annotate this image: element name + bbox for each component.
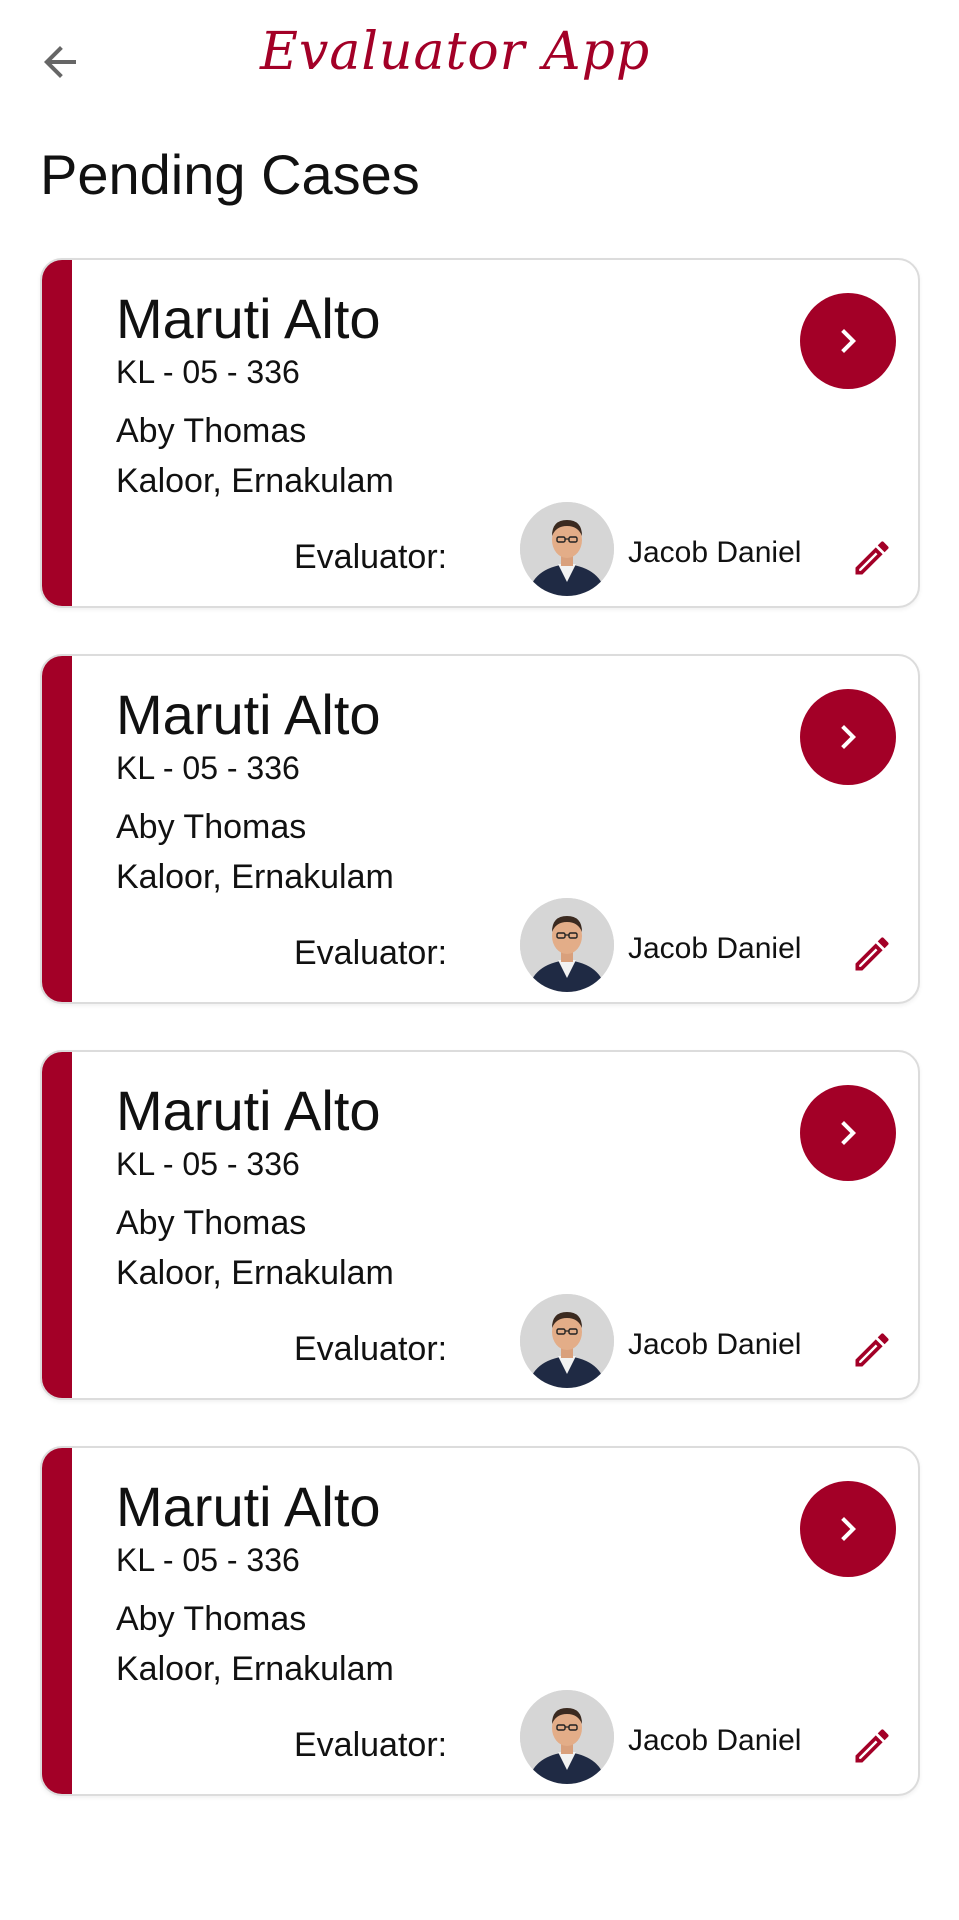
- owner-name: Aby Thomas: [116, 1600, 307, 1638]
- app-title: Evaluator App: [260, 22, 651, 82]
- evaluator-label: Evaluator:: [294, 538, 448, 576]
- evaluator-name: Jacob Daniel: [628, 536, 802, 569]
- case-list: Maruti Alto KL - 05 - 336 Aby Thomas Kal…: [40, 258, 920, 1842]
- registration-number: KL - 05 - 336: [116, 1542, 300, 1578]
- open-case-button[interactable]: [800, 1481, 896, 1577]
- registration-number: KL - 05 - 336: [116, 1146, 300, 1182]
- case-card[interactable]: Maruti Alto KL - 05 - 336 Aby Thomas Kal…: [40, 258, 920, 608]
- card-accent-bar: [42, 1052, 72, 1398]
- evaluator-label: Evaluator:: [294, 1726, 448, 1764]
- car-name: Maruti Alto: [116, 1475, 381, 1538]
- case-card[interactable]: Maruti Alto KL - 05 - 336 Aby Thomas Kal…: [40, 1446, 920, 1796]
- app-bar: Evaluator App: [0, 0, 959, 120]
- registration-number: KL - 05 - 336: [116, 354, 300, 390]
- owner-name: Aby Thomas: [116, 412, 307, 450]
- card-accent-bar: [42, 656, 72, 1002]
- card-accent-bar: [42, 260, 72, 606]
- evaluator-name: Jacob Daniel: [628, 1724, 802, 1757]
- open-case-button[interactable]: [800, 1085, 896, 1181]
- card-accent-bar: [42, 1448, 72, 1794]
- registration-number: KL - 05 - 336: [116, 750, 300, 786]
- owner-name: Aby Thomas: [116, 1204, 307, 1242]
- owner-name: Aby Thomas: [116, 808, 307, 846]
- evaluator-name: Jacob Daniel: [628, 1328, 802, 1361]
- edit-evaluator-button[interactable]: [850, 932, 894, 976]
- pencil-icon: [855, 937, 889, 971]
- chevron-right-icon: [841, 725, 856, 749]
- evaluator-avatar: [520, 898, 614, 992]
- evaluator-avatar: [520, 1690, 614, 1784]
- evaluator-avatar: [520, 1294, 614, 1388]
- owner-location: Kaloor, Ernakulam: [116, 1254, 394, 1292]
- chevron-right-icon: [841, 1517, 856, 1541]
- case-card[interactable]: Maruti Alto KL - 05 - 336 Aby Thomas Kal…: [40, 654, 920, 1004]
- pencil-icon: [855, 1729, 889, 1763]
- edit-evaluator-button[interactable]: [850, 1328, 894, 1372]
- chevron-right-icon: [841, 1121, 856, 1145]
- owner-location: Kaloor, Ernakulam: [116, 1650, 394, 1688]
- evaluator-label: Evaluator:: [294, 934, 448, 972]
- open-case-button[interactable]: [800, 293, 896, 389]
- pencil-icon: [855, 1333, 889, 1367]
- chevron-right-icon: [841, 329, 856, 353]
- pencil-icon: [855, 541, 889, 575]
- edit-evaluator-button[interactable]: [850, 1724, 894, 1768]
- owner-location: Kaloor, Ernakulam: [116, 462, 394, 500]
- evaluator-avatar: [520, 502, 614, 596]
- car-name: Maruti Alto: [116, 1079, 381, 1142]
- arrow-left-icon: [44, 46, 76, 78]
- page-title: Pending Cases: [40, 143, 420, 206]
- open-case-button[interactable]: [800, 689, 896, 785]
- owner-location: Kaloor, Ernakulam: [116, 858, 394, 896]
- back-button[interactable]: [36, 38, 84, 86]
- evaluator-name: Jacob Daniel: [628, 932, 802, 965]
- car-name: Maruti Alto: [116, 287, 381, 350]
- edit-evaluator-button[interactable]: [850, 536, 894, 580]
- car-name: Maruti Alto: [116, 683, 381, 746]
- evaluator-label: Evaluator:: [294, 1330, 448, 1368]
- case-card[interactable]: Maruti Alto KL - 05 - 336 Aby Thomas Kal…: [40, 1050, 920, 1400]
